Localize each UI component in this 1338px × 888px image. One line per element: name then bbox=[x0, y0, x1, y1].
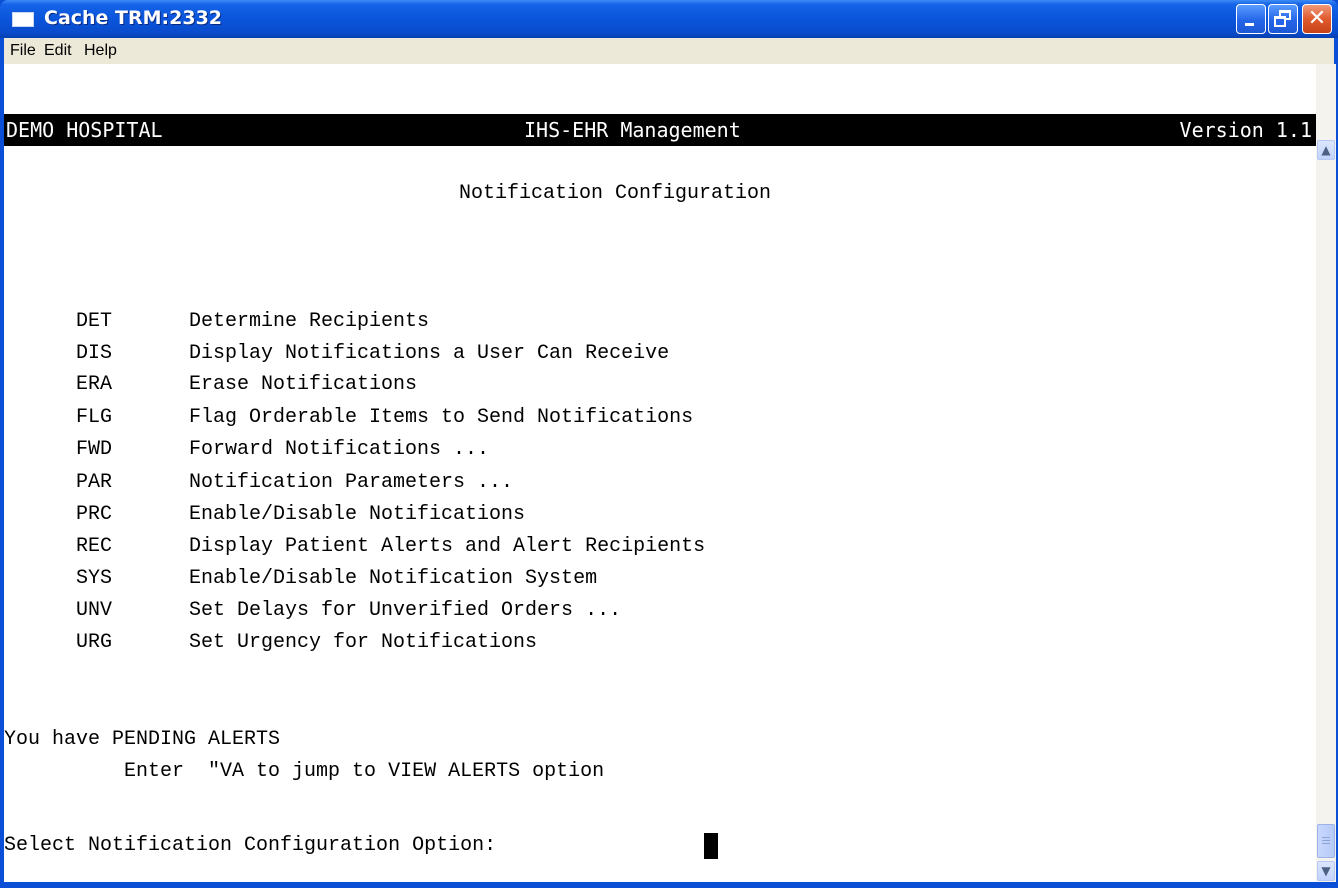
option-code: URG bbox=[76, 631, 113, 654]
title-bar[interactable]: Cache TRM:2332 ✕ bbox=[0, 0, 1338, 38]
option-label: Enable/Disable Notification System bbox=[189, 567, 598, 590]
close-button[interactable]: ✕ bbox=[1302, 4, 1332, 34]
application-name: IHS-EHR Management bbox=[524, 118, 741, 142]
chevron-down-icon: ▼ bbox=[1321, 864, 1331, 878]
scrollbar-thumb[interactable] bbox=[1317, 824, 1335, 858]
option-label: Enable/Disable Notifications bbox=[189, 503, 526, 526]
option-label: Determine Recipients bbox=[189, 310, 430, 333]
terminal-app-icon[interactable] bbox=[12, 12, 34, 27]
facility-name: DEMO HOSPITAL bbox=[6, 118, 163, 142]
option-code: UNV bbox=[76, 599, 113, 622]
option-code: ERA bbox=[76, 373, 113, 396]
close-icon: ✕ bbox=[1307, 6, 1327, 31]
thumb-grip-line bbox=[1322, 837, 1330, 838]
thumb-grip-line bbox=[1322, 843, 1330, 844]
minimize-button[interactable] bbox=[1236, 4, 1266, 34]
option-code: DIS bbox=[76, 342, 113, 365]
screen-title: Notification Configuration bbox=[459, 182, 772, 205]
option-code: REC bbox=[76, 535, 113, 558]
restore-button[interactable] bbox=[1268, 4, 1298, 34]
window-frame-bottom bbox=[0, 882, 1338, 888]
option-label: Forward Notifications ... bbox=[189, 438, 490, 461]
menu-file[interactable]: File bbox=[8, 42, 38, 60]
option-code: DET bbox=[76, 310, 113, 333]
window-title: Cache TRM:2332 bbox=[44, 7, 223, 29]
terminal-screen[interactable]: DEMO HOSPITAL IHS-EHR Management Version… bbox=[4, 64, 1316, 882]
option-label: Set Urgency for Notifications bbox=[189, 631, 538, 654]
option-label: Display Notifications a User Can Receive bbox=[189, 342, 670, 365]
menu-help[interactable]: Help bbox=[82, 42, 119, 60]
scroll-down-button[interactable]: ▼ bbox=[1317, 861, 1335, 881]
option-code: PRC bbox=[76, 503, 113, 526]
option-prompt: Select Notification Configuration Option… bbox=[4, 834, 497, 857]
option-label: Display Patient Alerts and Alert Recipie… bbox=[189, 535, 706, 558]
option-label: Flag Orderable Items to Send Notificatio… bbox=[189, 406, 694, 429]
chevron-up-icon: ▲ bbox=[1321, 143, 1331, 157]
option-code: PAR bbox=[76, 471, 113, 494]
thumb-grip-line bbox=[1322, 840, 1330, 841]
vertical-scrollbar[interactable]: ▲ ▼ bbox=[1316, 64, 1336, 882]
option-label: Notification Parameters ... bbox=[189, 471, 514, 494]
restore-icon-front bbox=[1274, 16, 1286, 27]
option-code: SYS bbox=[76, 567, 113, 590]
option-code: FWD bbox=[76, 438, 113, 461]
menu-edit[interactable]: Edit bbox=[42, 42, 74, 60]
terminal-window: Cache TRM:2332 ✕ File Edit Help DEMO HOS… bbox=[0, 0, 1338, 888]
option-code: FLG bbox=[76, 406, 113, 429]
pending-alerts-message: You have PENDING ALERTS bbox=[4, 728, 281, 751]
menu-bar: File Edit Help bbox=[4, 38, 1334, 64]
option-label: Set Delays for Unverified Orders ... bbox=[189, 599, 622, 622]
terminal-status-line: DEMO HOSPITAL IHS-EHR Management Version… bbox=[4, 114, 1316, 146]
option-label: Erase Notifications bbox=[189, 373, 418, 396]
version-label: Version 1.1 bbox=[1179, 118, 1312, 142]
scroll-up-button[interactable]: ▲ bbox=[1317, 140, 1335, 160]
terminal-cursor[interactable] bbox=[704, 833, 718, 859]
view-alerts-hint: Enter "VA to jump to VIEW ALERTS option bbox=[4, 760, 605, 783]
minimize-icon bbox=[1245, 23, 1254, 26]
